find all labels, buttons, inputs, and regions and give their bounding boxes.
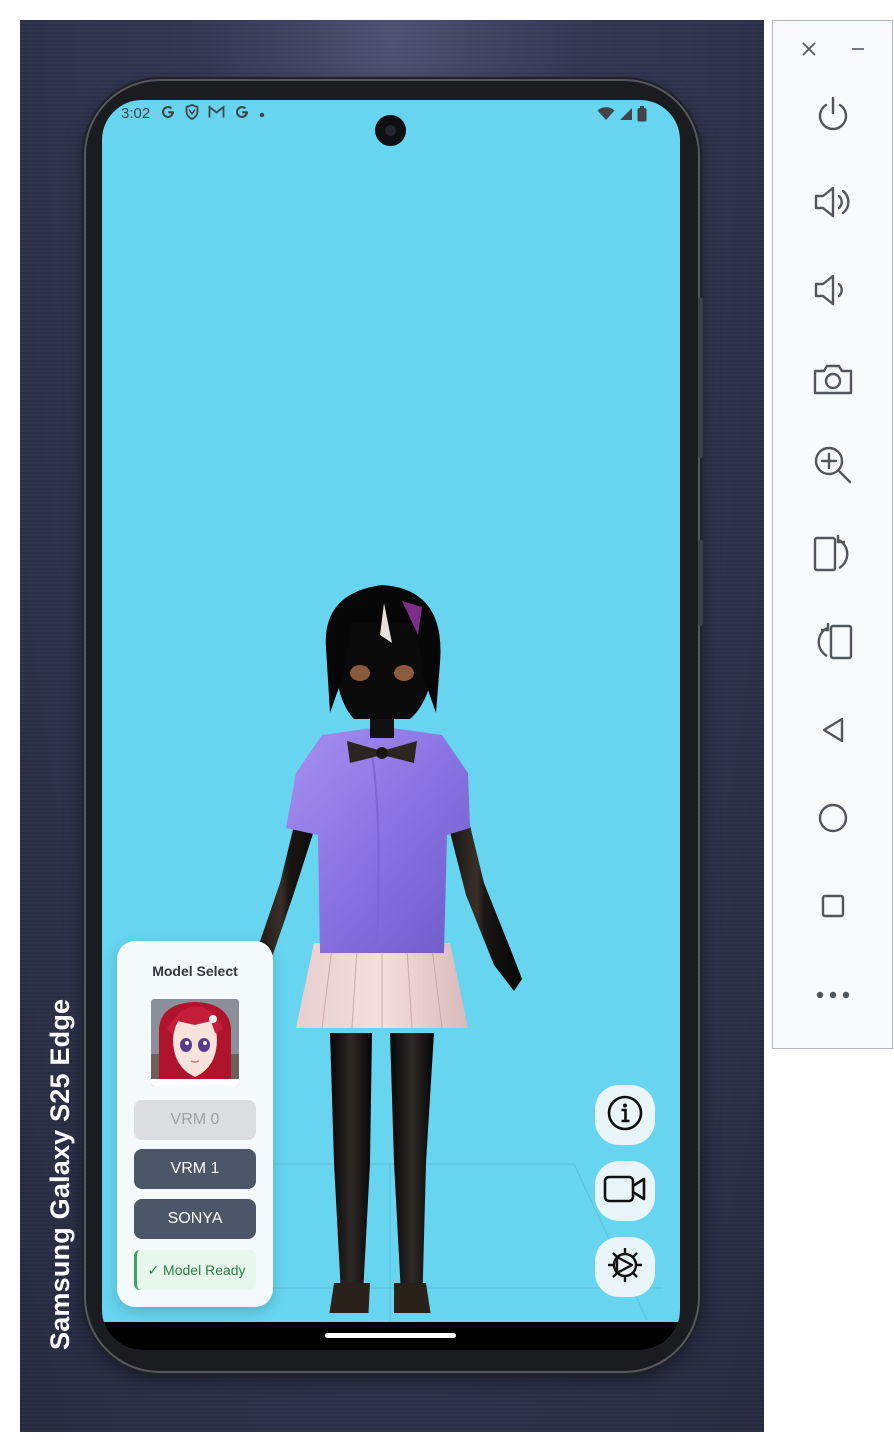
minimize-button[interactable] — [846, 39, 870, 63]
video-camera-button[interactable] — [595, 1161, 655, 1221]
minimize-icon — [850, 41, 866, 62]
phone-side-button — [698, 540, 703, 626]
notification-icons — [160, 103, 265, 125]
model-avatar-thumbnail — [151, 999, 239, 1086]
volume-down-icon — [811, 270, 855, 315]
info-icon — [606, 1094, 644, 1137]
settings-button[interactable] — [595, 1237, 655, 1297]
rotate-left-button[interactable] — [808, 619, 858, 669]
rotate-right-icon — [811, 532, 855, 581]
power-button[interactable] — [808, 91, 858, 141]
power-icon — [813, 94, 853, 139]
gmail-icon — [208, 104, 225, 124]
overview-button[interactable] — [808, 883, 858, 933]
info-button[interactable] — [595, 1085, 655, 1145]
navigation-bar — [102, 1322, 680, 1350]
vrm-character-model[interactable] — [222, 523, 562, 1313]
google-g-icon — [160, 104, 176, 125]
volume-up-icon — [811, 182, 855, 227]
cell-signal-icon — [619, 107, 633, 126]
app-viewport[interactable]: 3:02 Model Select VRM 0 VRM 1 SONYA ✓ Mo… — [102, 100, 680, 1350]
volume-up-button[interactable] — [808, 179, 858, 229]
model-button-sonya[interactable]: SONYA — [134, 1199, 256, 1239]
close-button[interactable] — [797, 39, 821, 63]
video-camera-icon — [603, 1174, 647, 1209]
back-icon — [818, 715, 848, 750]
front-camera — [375, 115, 406, 146]
phone-side-button — [698, 298, 703, 458]
model-ready-status: ✓ Model Ready — [134, 1250, 256, 1290]
battery-icon — [637, 106, 647, 127]
more-icon — [815, 987, 851, 1005]
model-select-panel: Model Select VRM 0 VRM 1 SONYA ✓ Model R… — [117, 941, 273, 1307]
more-options-button[interactable] — [808, 971, 858, 1021]
status-time: 3:02 — [121, 105, 151, 122]
back-button[interactable] — [808, 707, 858, 757]
gesture-home-handle[interactable] — [325, 1333, 456, 1338]
shield-icon — [185, 103, 199, 125]
google-g-icon — [234, 104, 250, 125]
status-right-icons — [597, 106, 647, 127]
emulator-toolbar — [772, 20, 893, 1049]
settings-gear-icon — [605, 1245, 645, 1290]
model-button-vrm1[interactable]: VRM 1 — [134, 1149, 256, 1189]
zoom-button[interactable] — [808, 442, 858, 492]
zoom-in-icon — [811, 443, 855, 492]
home-button[interactable] — [808, 795, 858, 845]
home-icon — [817, 802, 849, 839]
camera-icon — [811, 359, 855, 404]
wifi-icon — [597, 107, 615, 126]
emulator-frame: Samsung Galaxy S25 Edge 3:02 Model Selec… — [20, 20, 764, 1432]
rotate-right-button[interactable] — [808, 531, 858, 581]
screenshot-button[interactable] — [808, 356, 858, 406]
rotate-left-icon — [811, 620, 855, 669]
volume-down-button[interactable] — [808, 267, 858, 317]
close-icon — [801, 41, 817, 62]
model-button-vrm0[interactable]: VRM 0 — [134, 1100, 256, 1140]
device-brand-label: Samsung Galaxy S25 Edge — [45, 998, 75, 1350]
overview-icon — [819, 892, 847, 925]
panel-title: Model Select — [152, 963, 238, 979]
dot-icon — [259, 105, 265, 123]
